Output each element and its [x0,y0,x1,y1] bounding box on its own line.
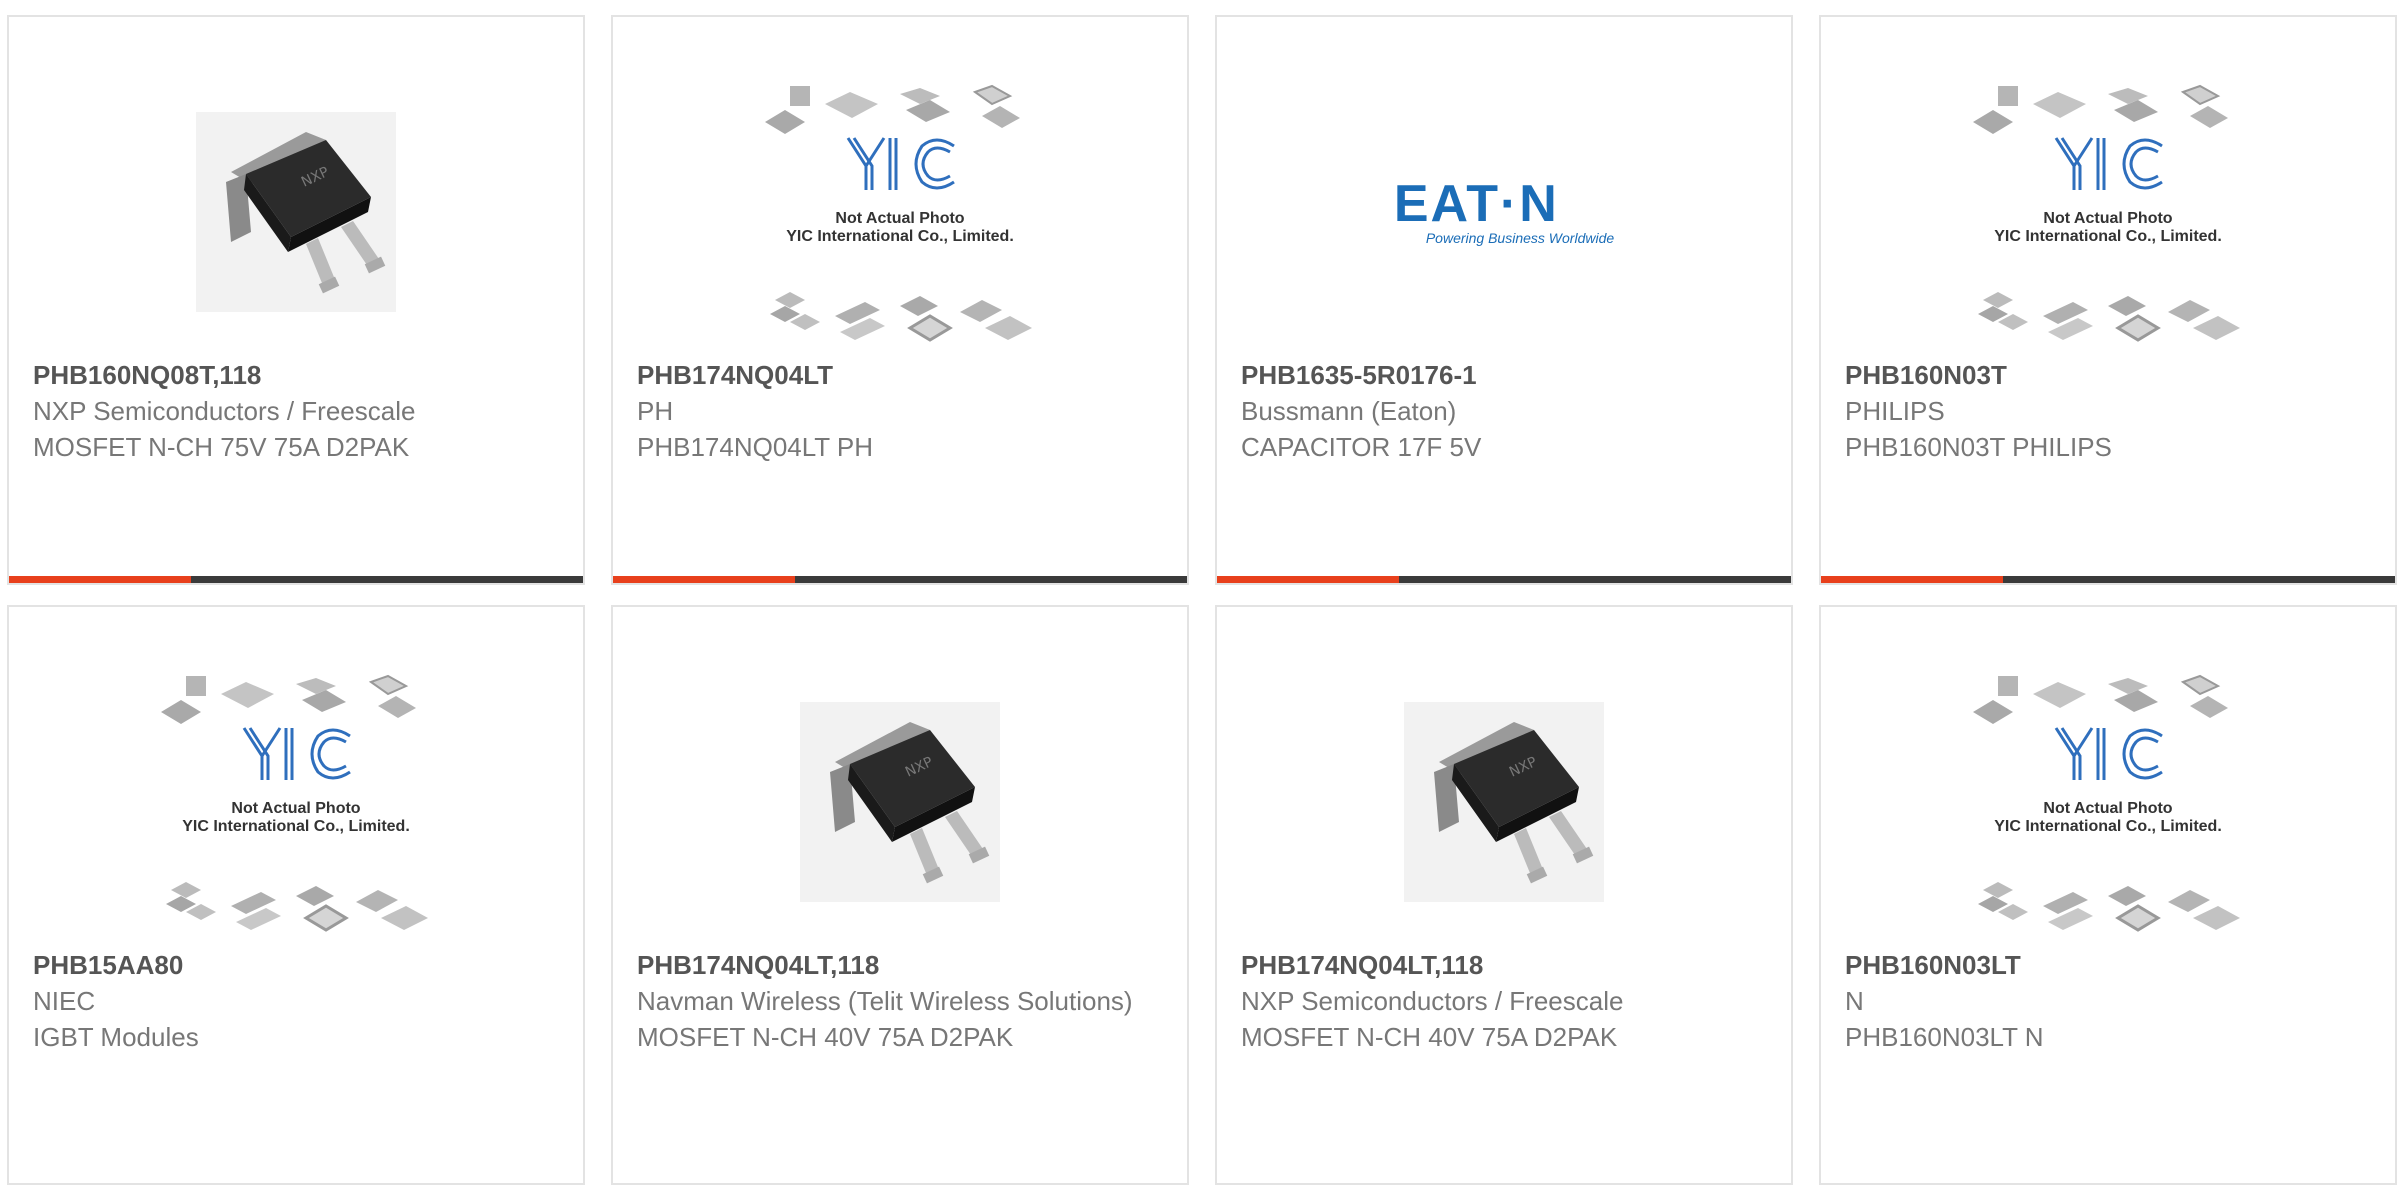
product-image: Not Actual Photo YIC International Co., … [1821,652,2395,952]
card-footer-bar [9,576,583,583]
product-card[interactable]: PHB174NQ04LT,118 NXP Semiconductors / Fr… [1215,605,1793,1185]
placeholder-line1: Not Actual Photo [2043,210,2173,227]
part-number[interactable]: PHB174NQ04LT,118 [637,947,1163,983]
manufacturer: N [1845,986,1864,1016]
placeholder-line2: YIC International Co., Limited. [786,228,1014,245]
product-card[interactable]: Not Actual Photo YIC International Co., … [611,15,1189,585]
placeholder-line2: YIC International Co., Limited. [182,818,410,835]
card-footer-bar [1217,576,1791,583]
eaton-tagline: Powering Business Worldwide [1425,230,1615,246]
manufacturer: PHILIPS [1845,396,1945,426]
manufacturer: NIEC [33,986,96,1016]
product-card[interactable]: Not Actual Photo YIC International Co., … [1819,15,2397,585]
yic-placeholder-icon: Not Actual Photo YIC International Co., … [1968,82,2248,342]
accent-bar [613,576,795,583]
product-image [9,62,583,362]
part-number[interactable]: PHB160N03LT [1845,947,2371,983]
product-card[interactable]: Not Actual Photo YIC International Co., … [1819,605,2397,1185]
product-grid: PHB160NQ08T,118 NXP Semiconductors / Fre… [0,0,2400,1185]
accent-bar [1217,576,1399,583]
yic-placeholder-icon: Not Actual Photo YIC International Co., … [156,672,436,932]
part-number[interactable]: PHB160NQ08T,118 [33,357,559,393]
card-footer-bar [1821,576,2395,583]
placeholder-line1: Not Actual Photo [835,210,965,227]
yic-placeholder-icon: Not Actual Photo YIC International Co., … [1968,672,2248,932]
description: MOSFET N-CH 40V 75A D2PAK [637,1022,1014,1052]
placeholder-line2: YIC International Co., Limited. [1994,818,2222,835]
manufacturer: Navman Wireless (Telit Wireless Solution… [637,986,1133,1016]
description: MOSFET N-CH 75V 75A D2PAK [33,432,410,462]
card-footer-bar [613,576,1187,583]
product-card[interactable]: Not Actual Photo YIC International Co., … [7,605,585,1185]
eaton-wordmark: EAT·N [1393,175,1559,233]
manufacturer: Bussmann (Eaton) [1241,396,1457,426]
mosfet-d2pak-icon [196,112,396,312]
mosfet-d2pak-icon [1404,702,1604,902]
accent-bar [1821,576,2003,583]
description: MOSFET N-CH 40V 75A D2PAK [1241,1022,1618,1052]
description: PHB160N03LT N [1845,1022,2044,1052]
part-number[interactable]: PHB1635-5R0176-1 [1241,357,1767,393]
product-card[interactable]: EAT·N Powering Business Worldwide PHB163… [1215,15,1793,585]
placeholder-line1: Not Actual Photo [231,800,361,817]
product-image: Not Actual Photo YIC International Co., … [1821,62,2395,362]
description: CAPACITOR 17F 5V [1241,432,1482,462]
product-card[interactable]: PHB160NQ08T,118 NXP Semiconductors / Fre… [7,15,585,585]
manufacturer: PH [637,396,674,426]
yic-placeholder-icon: Not Actual Photo YIC International Co., … [760,82,1040,342]
accent-bar [9,576,191,583]
manufacturer: NXP Semiconductors / Freescale [1241,986,1624,1016]
product-image: Not Actual Photo YIC International Co., … [9,652,583,952]
mosfet-d2pak-icon [800,702,1000,902]
description: IGBT Modules [33,1022,199,1052]
product-image: Not Actual Photo YIC International Co., … [613,62,1187,362]
part-number[interactable]: PHB160N03T [1845,357,2371,393]
part-number[interactable]: PHB174NQ04LT,118 [1241,947,1767,983]
product-image: EAT·N Powering Business Worldwide [1217,62,1791,362]
manufacturer: NXP Semiconductors / Freescale [33,396,416,426]
eaton-logo: EAT·N Powering Business Worldwide [1394,178,1614,246]
description: PHB174NQ04LT PH [637,432,874,462]
product-image [1217,652,1791,952]
placeholder-line2: YIC International Co., Limited. [1994,228,2222,245]
part-number[interactable]: PHB15AA80 [33,947,559,983]
description: PHB160N03T PHILIPS [1845,432,2112,462]
placeholder-line1: Not Actual Photo [2043,800,2173,817]
part-number[interactable]: PHB174NQ04LT [637,357,1163,393]
product-image [613,652,1187,952]
product-card[interactable]: PHB174NQ04LT,118 Navman Wireless (Telit … [611,605,1189,1185]
